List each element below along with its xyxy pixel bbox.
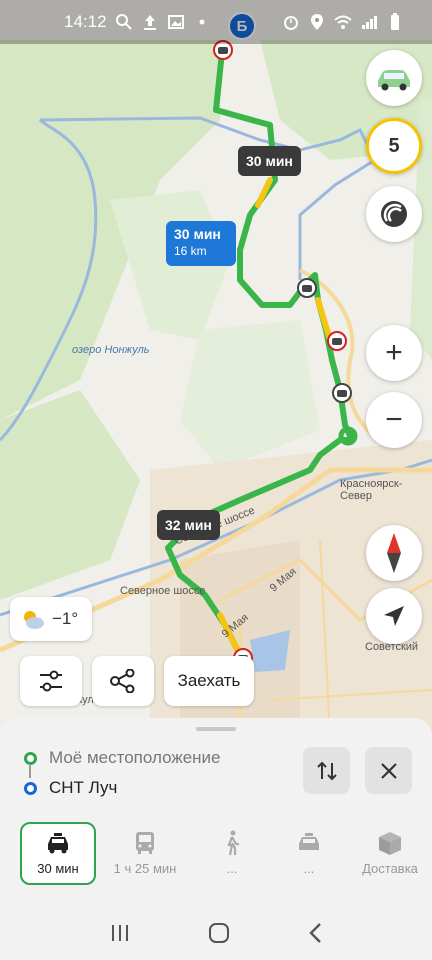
search-icon — [115, 14, 132, 30]
mode-delivery[interactable]: Доставка — [352, 822, 428, 885]
status-time: 14:12 — [64, 12, 107, 31]
selected-route-badge[interactable]: 30 мин 16 km — [166, 221, 236, 266]
sheet-drag-handle[interactable] — [196, 727, 236, 731]
selected-route-time: 30 мин — [174, 226, 221, 242]
notification-dot-icon — [199, 19, 205, 25]
origin-label: Моё местоположение — [49, 748, 221, 767]
locate-icon — [384, 606, 404, 626]
close-route-button[interactable] — [365, 747, 412, 794]
stop-over-label: Заехать — [177, 671, 241, 690]
swap-icon — [316, 761, 337, 780]
compass-icon — [387, 533, 401, 573]
stop-over-button[interactable]: Заехать — [164, 656, 254, 706]
car-mode-button[interactable] — [366, 50, 422, 106]
share-icon — [110, 669, 135, 693]
gallery-icon — [167, 15, 184, 29]
mode-label: Доставка — [362, 861, 418, 876]
weather-widget[interactable]: −1° — [10, 597, 92, 641]
map-label-krasnoyarsk: Красноярск-Север — [340, 478, 403, 502]
traffic-camera-icon — [327, 331, 347, 351]
mode-transit[interactable]: 1 ч 25 мин — [107, 822, 183, 885]
mode-walk[interactable]: ... — [194, 822, 270, 885]
parking-icon — [381, 201, 407, 227]
zoom-out-button[interactable]: − — [366, 392, 422, 448]
route-time-badge[interactable]: 32 мин — [157, 510, 220, 540]
route-origin[interactable]: Моё местоположение — [24, 748, 221, 768]
wifi-icon — [334, 15, 352, 29]
route-destination[interactable]: СНТ Луч — [24, 778, 117, 798]
upload-icon — [143, 15, 156, 30]
traffic-camera-icon — [297, 278, 317, 298]
share-route-button[interactable] — [92, 656, 154, 706]
weather-temperature: −1° — [52, 609, 79, 628]
destination-dot-icon — [24, 781, 37, 795]
signal-icon — [362, 16, 377, 29]
origin-dot-icon — [24, 751, 37, 765]
route-connector — [29, 764, 31, 778]
mode-label: 1 ч 25 мин — [113, 861, 177, 876]
zoom-in-button[interactable]: + — [366, 325, 422, 381]
status-bar: 14:12 — [0, 0, 432, 44]
partly-cloudy-icon — [24, 611, 44, 629]
selected-route-distance: 16 km — [174, 244, 207, 258]
mode-car[interactable]: 30 мин — [20, 822, 96, 885]
mode-taxi[interactable]: ... — [271, 822, 347, 885]
swap-route-button[interactable] — [303, 747, 350, 794]
compass-button[interactable] — [366, 525, 422, 581]
mode-label: ... — [303, 861, 315, 876]
alarm-icon — [284, 16, 298, 30]
destination-label: СНТ Луч — [49, 778, 118, 797]
filters-icon — [40, 670, 62, 692]
back-icon[interactable] — [307, 922, 323, 944]
map-view[interactable]: озеро Нонжуль Красноярск-Север Северное … — [0, 0, 432, 735]
close-icon — [380, 762, 397, 779]
traffic-level-button[interactable]: 5 — [366, 118, 422, 174]
map-label-lake: озеро Нонжуль — [72, 344, 150, 356]
system-nav-bar — [0, 905, 432, 960]
map-label-north-highway: Северное шоссе — [120, 585, 206, 597]
route-time-badge[interactable]: 30 мин — [238, 146, 301, 176]
taxi-car-icon — [48, 833, 68, 854]
recent-apps-icon[interactable] — [109, 923, 131, 943]
taxi-icon — [299, 833, 319, 850]
walk-icon — [227, 830, 239, 856]
bus-icon — [136, 832, 154, 854]
traffic-camera-icon — [332, 383, 352, 403]
mode-label: ... — [226, 861, 238, 876]
car-icon — [378, 70, 410, 91]
parking-button[interactable] — [366, 186, 422, 242]
battery-icon — [391, 13, 399, 30]
mode-label: 30 мин — [37, 861, 79, 876]
location-icon — [311, 14, 323, 30]
my-location-button[interactable] — [366, 588, 422, 644]
route-settings-button[interactable] — [20, 656, 82, 706]
home-icon[interactable] — [208, 922, 230, 944]
delivery-box-icon — [379, 832, 401, 855]
